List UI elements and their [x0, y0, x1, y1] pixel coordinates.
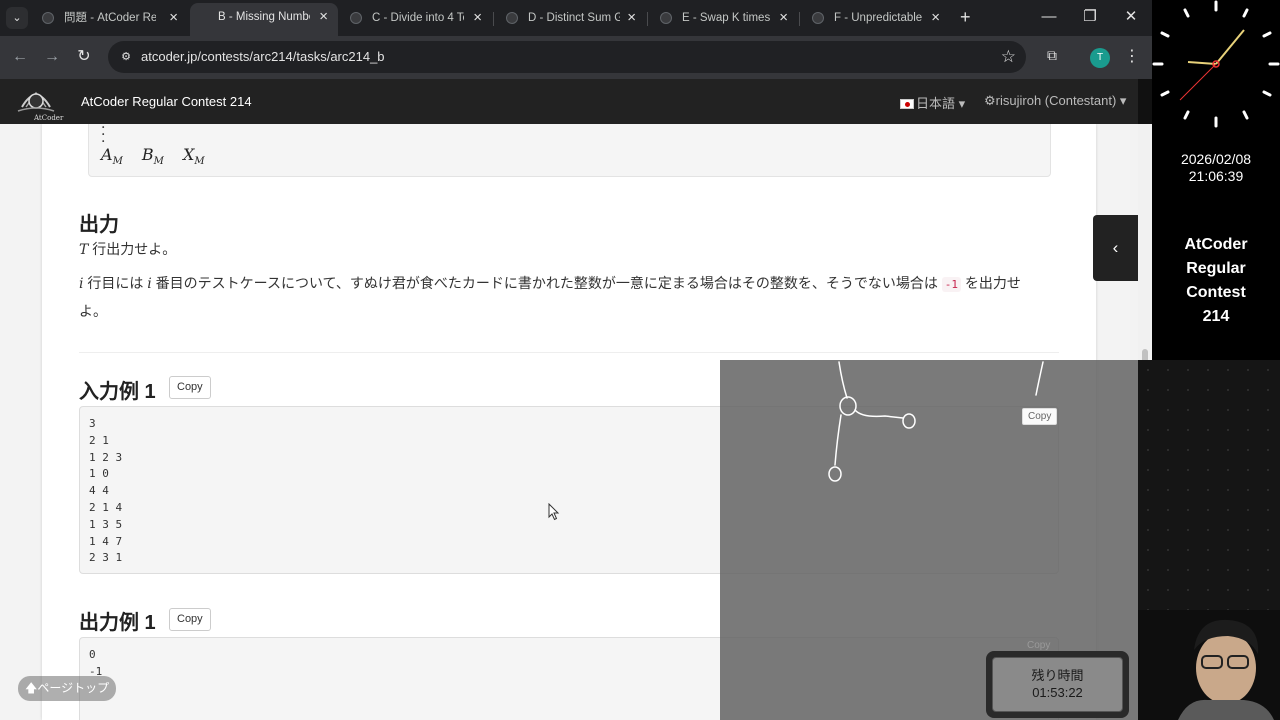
- japan-flag-icon: [900, 99, 914, 109]
- tab-problems[interactable]: 問題 - AtCoder Re ×: [30, 4, 188, 34]
- url-text: atcoder.jp/contests/arc214/tasks/arc214_…: [141, 49, 385, 64]
- close-tab-icon[interactable]: ×: [779, 4, 788, 32]
- site-info-icon[interactable]: ⚙: [118, 49, 134, 65]
- streamer-webcam-image: [1178, 619, 1274, 720]
- sample-input-line: 2 1: [89, 433, 109, 447]
- sample-input-line: 3: [89, 417, 96, 430]
- favicon-icon: [42, 12, 54, 24]
- profile-avatar[interactable]: T: [1090, 48, 1110, 68]
- tab-d[interactable]: D - Distinct Sum G ×: [494, 4, 646, 34]
- extensions-icon[interactable]: ⧉: [1043, 47, 1061, 65]
- close-tab-icon[interactable]: ×: [931, 4, 940, 32]
- contest-title-link[interactable]: AtCoder Regular Contest 214: [81, 94, 252, 109]
- webcam-feed: [1138, 610, 1280, 720]
- tab-e[interactable]: E - Swap K times ×: [648, 4, 798, 34]
- close-tab-icon[interactable]: ×: [473, 4, 482, 32]
- language-dropdown[interactable]: 日本語 ▾: [900, 93, 965, 112]
- sample-input-line: 1 0: [89, 467, 109, 481]
- date-time-readout: 2026/02/08 21:06:39: [1180, 151, 1252, 184]
- output-heading: 出力: [79, 214, 119, 236]
- close-tab-icon[interactable]: ×: [627, 4, 636, 32]
- site-header: AtCoder AtCoder Regular Contest 214 日本語 …: [0, 79, 1138, 124]
- output-line-2: i 行目には i 番目のテストケースについて、すぬけ君が食べたカードに書かれた整…: [79, 275, 1021, 319]
- atcoder-logo[interactable]: AtCoder: [12, 81, 63, 122]
- forward-button[interactable]: →: [41, 46, 63, 68]
- sample-input-line: 2 1 4: [89, 500, 123, 514]
- sidebar-toggle-chevron-icon[interactable]: ‹: [1093, 215, 1138, 281]
- stream-contest-title: AtCoder Regular Contest 214: [1184, 236, 1248, 325]
- back-button[interactable]: ←: [9, 46, 31, 68]
- arrow-up-icon: 🡅: [25, 681, 38, 695]
- address-bar[interactable]: ⚙ atcoder.jp/contests/arc214/tasks/arc21…: [108, 41, 1026, 73]
- tab-b-missing-number[interactable]: B - Missing Numbe ×: [190, 3, 338, 36]
- output-line-1: T 行出力せよ。: [79, 241, 177, 258]
- page-top-button[interactable]: 🡅ページトップ: [18, 676, 117, 701]
- remaining-time-label: 残り時間: [1031, 668, 1084, 683]
- browser-menu-icon[interactable]: ⋮: [1124, 46, 1140, 66]
- stream-grid-background: [1138, 360, 1280, 610]
- gear-icon: ⚙: [984, 93, 996, 108]
- favicon-icon: [506, 12, 518, 24]
- vertical-ellipsis: · · ·: [101, 124, 106, 150]
- close-window-button[interactable]: ✕: [1119, 7, 1143, 27]
- sample-input-1-heading: 入力例 1: [79, 381, 156, 403]
- remaining-time-value: 01:53:22: [1032, 685, 1083, 700]
- sample-output-line: 0: [89, 648, 96, 661]
- tab-strip: ⌄ 問題 - AtCoder Re × B - Missing Numbe × …: [0, 0, 1152, 36]
- favicon-icon: [350, 12, 362, 24]
- input-format-last-line: AM BM XM: [101, 145, 205, 168]
- remaining-time-widget: 残り時間 01:53:22: [986, 651, 1129, 718]
- section-divider: [79, 352, 1059, 353]
- reload-button[interactable]: ↻: [73, 46, 95, 68]
- tab-search-button[interactable]: ⌄: [6, 7, 28, 29]
- favicon-icon: [660, 12, 672, 24]
- sample-output-1-copy-ghost: Copy: [1027, 640, 1051, 651]
- bookmark-star-icon[interactable]: ☆: [1001, 47, 1016, 67]
- sample-input-line: 1 3 5: [89, 517, 123, 531]
- analog-clock-icon: [1152, 0, 1280, 128]
- input-format-box: · · · AM BM XM: [88, 124, 1051, 177]
- tab-c[interactable]: C - Divide into 4 Te ×: [338, 4, 492, 34]
- sample-input-line: 4 4: [89, 484, 109, 498]
- sample-input-1-copy-button[interactable]: Copy: [169, 376, 211, 399]
- close-tab-icon[interactable]: ×: [169, 4, 178, 32]
- sample-input-line: 2 3 1: [89, 551, 123, 565]
- sample-input-1-text: 3 2 1 1 2 3 1 0 4 4 2 1 4 1 3 5 1 4 7 2 3 1: [89, 416, 122, 567]
- user-dropdown[interactable]: ⚙risujiroh (Contestant) ▾: [984, 93, 1126, 109]
- sample-input-line: 1 2 3: [89, 450, 123, 464]
- mouse-cursor-icon: [548, 503, 560, 521]
- favicon-icon: [812, 12, 824, 24]
- sample-output-1-heading: 出力例 1: [79, 612, 156, 634]
- sample-input-line: 1 4 7: [89, 534, 123, 548]
- close-tab-icon[interactable]: ×: [319, 3, 328, 31]
- restore-button[interactable]: ❐: [1078, 7, 1102, 27]
- sample-output-1-copy-button[interactable]: Copy: [169, 608, 211, 631]
- minimize-button[interactable]: —: [1037, 7, 1061, 27]
- tab-f[interactable]: F - Unpredictable I ×: [800, 4, 950, 34]
- browser-toolbar: ← → ↻ ⚙ atcoder.jp/contests/arc214/tasks…: [0, 36, 1152, 79]
- sample-input-1-copy-ghost: Copy: [1022, 408, 1058, 425]
- new-tab-button[interactable]: +: [960, 7, 976, 27]
